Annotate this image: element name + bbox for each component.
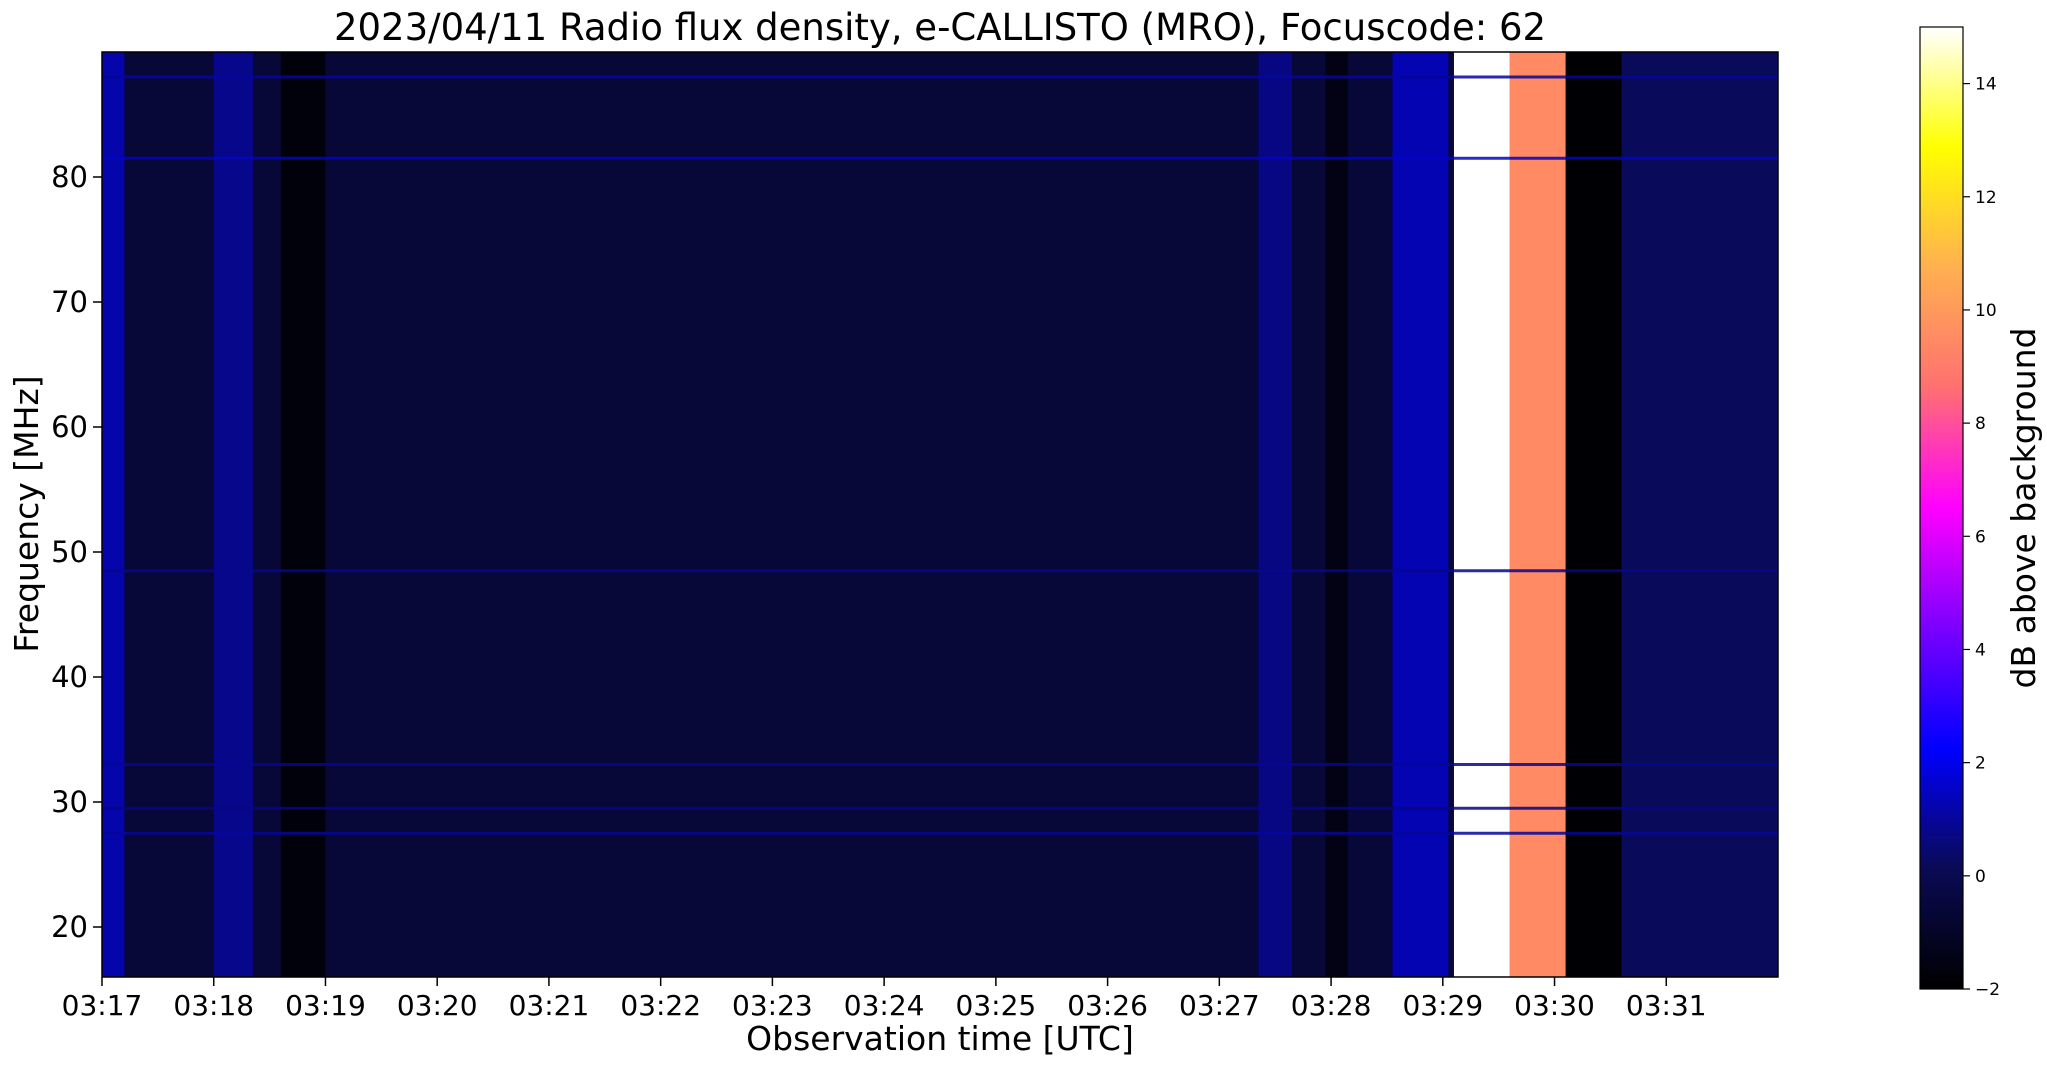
y-tick-label: 80 <box>51 160 88 194</box>
intensity-band-6 <box>1453 52 1510 977</box>
colorbar-tick-label: −2 <box>1975 980 2000 1000</box>
colorbar-tick-label: 6 <box>1975 527 1986 547</box>
x-tick-label: 03:21 <box>509 989 590 1022</box>
colorbar-tick-label: 4 <box>1975 640 1986 660</box>
intensity-band-8 <box>1565 52 1622 977</box>
x-tick-label: 03:30 <box>1514 989 1595 1022</box>
colorbar-tick-label: 2 <box>1975 754 1986 774</box>
x-tick-label: 03:18 <box>173 989 254 1022</box>
x-tick-label: 03:29 <box>1402 989 1483 1022</box>
x-tick-label: 03:28 <box>1291 989 1372 1022</box>
intensity-band-4 <box>1325 52 1348 977</box>
y-tick-label: 40 <box>51 660 88 694</box>
x-tick-label: 03:20 <box>397 989 478 1022</box>
y-tick-label: 20 <box>51 910 88 944</box>
y-axis: 20 30 40 50 60 70 80 <box>51 160 102 944</box>
spectrogram-chart: 2023/04/11 Radio flux density, e-CALLIST… <box>7 6 2043 1058</box>
colorbar: −2 0 2 4 6 8 10 12 14 dB above background <box>1919 26 2043 1000</box>
colorbar-ticks: −2 0 2 4 6 8 10 12 14 <box>1963 75 2000 1000</box>
y-tick-label: 60 <box>51 410 88 444</box>
x-tick-label: 03:26 <box>1067 989 1148 1022</box>
x-tick-label: 03:31 <box>1626 989 1707 1022</box>
x-axis: 03:17 03:18 03:19 03:20 03:21 03:22 03:23 03:24… <box>62 977 1707 1022</box>
colorbar-tick-label: 8 <box>1975 414 1986 434</box>
intensity-band-9 <box>1621 52 1778 977</box>
colorbar-tick-label: 0 <box>1975 867 1986 887</box>
y-axis-label: Frequency [MHz] <box>7 375 46 652</box>
plot-area <box>101 51 1779 978</box>
x-tick-label: 03:23 <box>732 989 813 1022</box>
intensity-band-1 <box>213 52 253 977</box>
x-axis-label: Observation time [UTC] <box>746 1019 1134 1058</box>
x-tick-label: 03:25 <box>956 989 1037 1022</box>
colorbar-gradient <box>1919 26 1964 990</box>
chart-title: 2023/04/11 Radio flux density, e-CALLIST… <box>334 6 1546 49</box>
intensity-band-2 <box>280 52 326 977</box>
x-tick-label: 03:19 <box>285 989 366 1022</box>
x-tick-label: 03:17 <box>62 989 143 1022</box>
y-tick-label: 30 <box>51 785 88 819</box>
intensity-band-3 <box>1258 52 1292 977</box>
intensity-band-0 <box>102 52 125 977</box>
intensity-band-7 <box>1509 52 1566 977</box>
y-tick-label: 70 <box>51 285 88 319</box>
colorbar-tick-label: 12 <box>1975 188 1997 208</box>
colorbar-label: dB above background <box>2004 328 2043 689</box>
intensity-band-5 <box>1392 52 1449 977</box>
x-tick-label: 03:27 <box>1179 989 1260 1022</box>
colorbar-tick-label: 10 <box>1975 301 1997 321</box>
x-tick-label: 03:22 <box>620 989 701 1022</box>
y-tick-label: 50 <box>51 535 88 569</box>
colorbar-tick-label: 14 <box>1975 75 1997 95</box>
x-tick-label: 03:24 <box>844 989 925 1022</box>
